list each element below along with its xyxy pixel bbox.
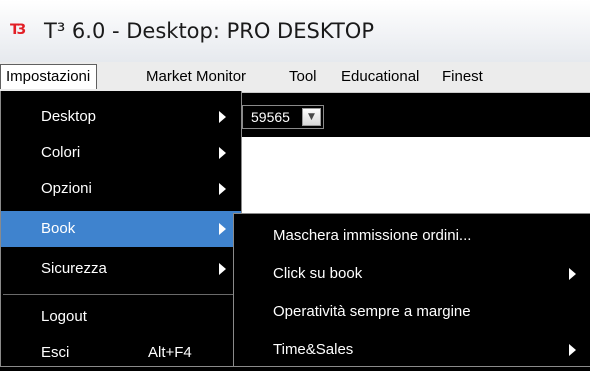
combo-value: 59565 xyxy=(251,109,290,125)
menu-educational[interactable]: Educational xyxy=(341,62,419,92)
menu-market-monitor[interactable]: Market Monitor xyxy=(146,62,246,92)
menu-finestra[interactable]: Finest xyxy=(442,62,483,92)
submenu-arrow-icon xyxy=(219,263,226,275)
menu-item-label: Esci xyxy=(41,344,70,361)
menu-item-label: Colori xyxy=(41,144,81,161)
menu-item-shortcut: Alt+F4 xyxy=(148,344,192,361)
menu-item-label: Book xyxy=(41,220,76,237)
menu-item-label: Desktop xyxy=(41,108,97,125)
menu-item-label: Sicurezza xyxy=(41,260,107,277)
submenu-item-label: Maschera immissione ordini... xyxy=(273,227,472,244)
menu-separator xyxy=(3,294,239,295)
submenu-item-time-and-sales[interactable]: Time&Sales xyxy=(234,332,590,368)
menu-item-logout[interactable]: Logout xyxy=(1,299,241,335)
submenu-arrow-icon xyxy=(569,344,576,356)
window-title: T³ 6.0 - Desktop: PRO DESKTOP xyxy=(44,19,374,43)
submenu-item-label: Time&Sales xyxy=(273,341,354,358)
menu-item-label: Opzioni xyxy=(41,180,92,197)
submenu-item-label: Operatività sempre a margine xyxy=(273,303,471,320)
dropdown-arrow-icon[interactable]: ▼ xyxy=(302,108,321,126)
menu-item-sicurezza[interactable]: Sicurezza xyxy=(1,251,241,287)
title-bar: T3 T³ 6.0 - Desktop: PRO DESKTOP xyxy=(0,0,590,62)
menu-item-colori[interactable]: Colori xyxy=(1,135,241,171)
submenu-arrow-icon xyxy=(219,183,226,195)
app-logo-icon: T3 xyxy=(10,22,26,38)
submenu-arrow-icon xyxy=(219,223,226,235)
menu-impostazioni[interactable]: Impostazioni xyxy=(0,64,98,89)
menu-item-label: Logout xyxy=(41,308,87,325)
menu-item-opzioni[interactable]: Opzioni xyxy=(1,171,241,207)
menu-item-desktop[interactable]: Desktop xyxy=(1,99,241,135)
menu-tool[interactable]: Tool xyxy=(289,62,317,92)
impostazioni-menu: Desktop Colori Opzioni Book Sicurezza Lo… xyxy=(0,91,242,367)
submenu-arrow-icon xyxy=(219,111,226,123)
submenu-item-maschera-immissione-ordini[interactable]: Maschera immissione ordini... xyxy=(234,218,590,254)
submenu-item-operativita-sempre-a-margine[interactable]: Operatività sempre a margine xyxy=(234,294,590,330)
submenu-arrow-icon xyxy=(569,268,576,280)
submenu-item-label: Click su book xyxy=(273,265,363,282)
submenu-arrow-icon xyxy=(219,147,226,159)
desktop-combo[interactable]: 59565 ▼ xyxy=(242,105,324,129)
menu-bar: Impostazioni Market Monitor Tool Educati… xyxy=(0,62,590,93)
book-submenu: Maschera immissione ordini... Click su b… xyxy=(233,213,590,367)
submenu-item-click-su-book[interactable]: Click su book xyxy=(234,256,590,292)
menu-item-esci[interactable]: Esci Alt+F4 xyxy=(1,335,241,371)
menu-item-book[interactable]: Book xyxy=(1,211,241,247)
